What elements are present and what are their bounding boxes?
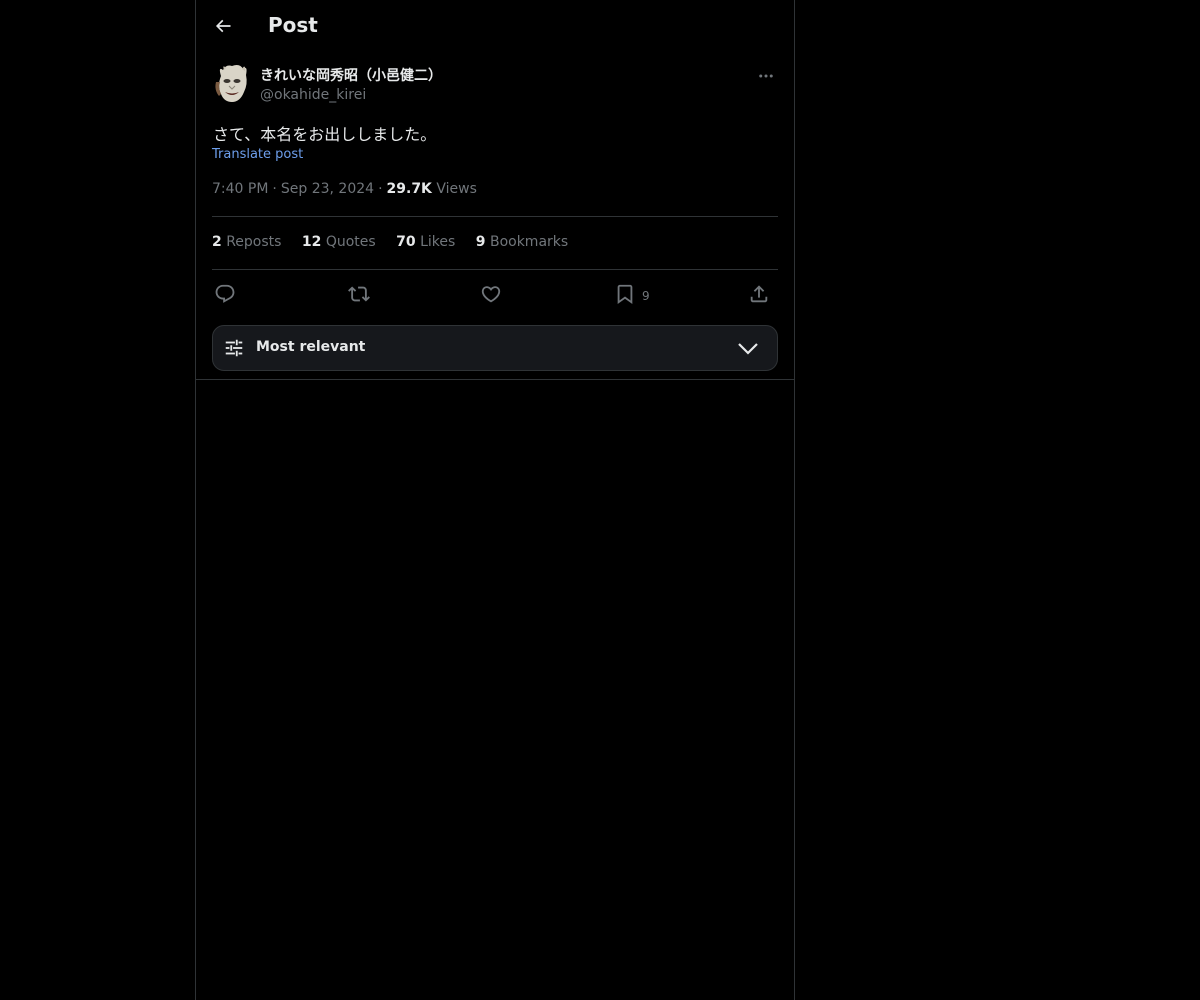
- primary-column: Post きれいな岡秀昭（小邑健二） @okahide_kirei さて、本名を…: [195, 0, 795, 1000]
- meta-separator: ·: [378, 181, 383, 197]
- bookmark-button[interactable]: 9: [614, 280, 650, 308]
- back-button[interactable]: [206, 9, 240, 43]
- post-text: さて、本名をお出ししました。: [213, 125, 437, 144]
- like-button[interactable]: [480, 280, 502, 308]
- sort-label: Most relevant: [256, 339, 366, 355]
- more-options-button[interactable]: [754, 65, 778, 87]
- repost-button[interactable]: [348, 280, 370, 308]
- chevron-down-icon: [738, 343, 758, 355]
- share-button[interactable]: [748, 280, 770, 308]
- sliders-icon: [225, 339, 243, 357]
- display-name[interactable]: きれいな岡秀昭（小邑健二）: [260, 65, 442, 85]
- views-count: 29.7K: [386, 181, 432, 197]
- divider: [196, 379, 794, 380]
- avatar[interactable]: [212, 62, 252, 104]
- reply-button[interactable]: [214, 280, 236, 308]
- views-label: Views: [436, 181, 477, 197]
- repost-icon: [348, 286, 370, 302]
- meta-separator: ·: [272, 181, 277, 197]
- post-date[interactable]: Sep 23, 2024: [281, 181, 374, 197]
- stat-quotes[interactable]: 12 Quotes: [302, 234, 376, 250]
- stat-likes[interactable]: 70 Likes: [396, 234, 455, 250]
- engagement-stats: 2 Reposts 12 Quotes 70 Likes 9 Bookmarks: [212, 234, 584, 250]
- stat-reposts[interactable]: 2 Reposts: [212, 234, 281, 250]
- noh-mask-avatar-icon: [212, 62, 252, 104]
- translate-post-link[interactable]: Translate post: [212, 147, 303, 162]
- user-handle[interactable]: @okahide_kirei: [260, 87, 366, 103]
- share-icon: [750, 285, 768, 303]
- stat-bookmarks[interactable]: 9 Bookmarks: [476, 234, 568, 250]
- more-horizontal-icon: [759, 74, 773, 78]
- arrow-left-icon: [215, 19, 231, 33]
- sort-replies-dropdown[interactable]: Most relevant: [212, 325, 778, 371]
- divider: [212, 269, 778, 270]
- bookmark-icon: [617, 284, 633, 305]
- bookmark-count: 9: [642, 289, 650, 303]
- post-author: きれいな岡秀昭（小邑健二） @okahide_kirei: [212, 62, 778, 108]
- post-time[interactable]: 7:40 PM: [212, 181, 268, 197]
- page-title: Post: [268, 13, 318, 37]
- heart-icon: [481, 286, 501, 303]
- action-bar: 9: [212, 280, 778, 308]
- divider: [212, 216, 778, 217]
- post-meta: 7:40 PM · Sep 23, 2024 · 29.7K Views: [212, 181, 477, 197]
- reply-icon: [215, 284, 235, 303]
- page-header: Post: [196, 0, 794, 54]
